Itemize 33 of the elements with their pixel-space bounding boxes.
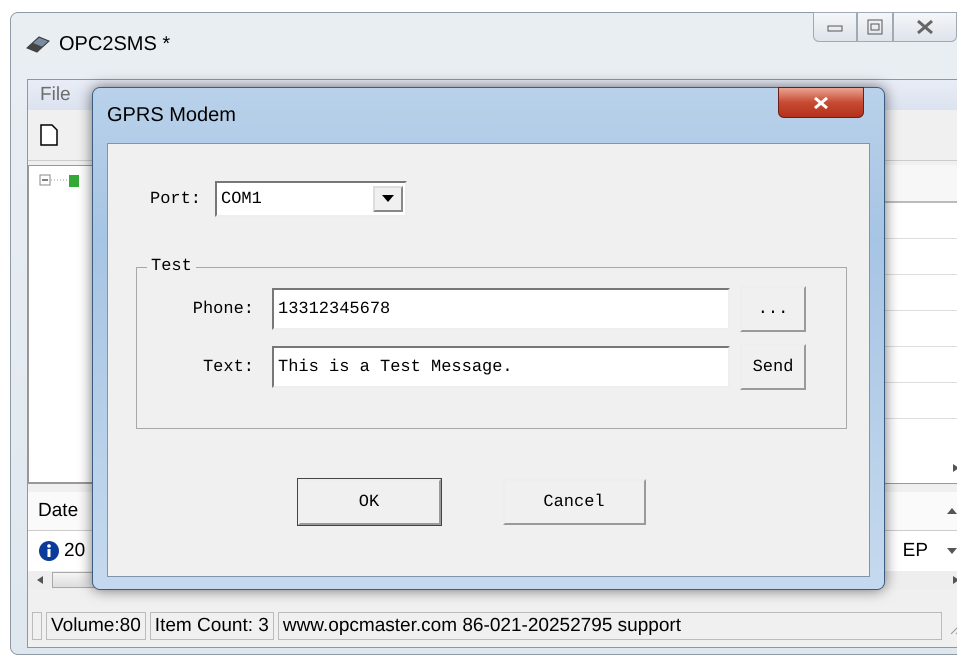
scroll-down-icon[interactable] — [946, 547, 957, 555]
close-button[interactable] — [893, 12, 957, 42]
maximize-icon[interactable] — [867, 19, 883, 35]
port-label: Port: — [150, 190, 202, 208]
status-field: Item Count: 3 — [150, 612, 274, 640]
table-cell: EP — [902, 540, 928, 562]
minimize-button[interactable] — [813, 12, 857, 42]
scroll-left-icon[interactable] — [36, 575, 44, 585]
dialog-button[interactable]: OK — [298, 479, 440, 525]
field-label: Phone: — [192, 300, 254, 318]
input-field[interactable]: 13312345678 — [272, 288, 730, 330]
status-field: www.opcmaster.com 86-021-20252795 support — [278, 612, 942, 640]
maximize-button[interactable] — [857, 12, 893, 42]
status-field: Volume:80 — [46, 612, 146, 640]
column-header[interactable]: Date — [38, 500, 78, 522]
field-label: Text: — [202, 358, 254, 376]
status-field — [32, 612, 42, 640]
table-cell: 20 — [64, 540, 86, 562]
input-field[interactable]: This is a Test Message. — [272, 346, 730, 388]
eraser-icon — [25, 34, 51, 54]
close-icon[interactable] — [915, 19, 935, 35]
field-button[interactable]: ... — [740, 286, 806, 332]
dialog-button[interactable]: Cancel — [502, 479, 646, 525]
menu-item[interactable]: File — [40, 84, 71, 106]
close-button[interactable] — [778, 87, 864, 118]
dialog-title: GPRS Modem — [107, 104, 236, 127]
new-document-icon[interactable] — [40, 124, 58, 146]
field-button[interactable]: Send — [740, 344, 806, 390]
tree-node-icon — [39, 174, 79, 188]
scroll-up-icon[interactable] — [946, 507, 957, 515]
port-dropdown[interactable]: COM1 — [215, 181, 408, 217]
window-title: OPC2SMS * — [59, 32, 170, 56]
info-icon — [38, 540, 60, 562]
